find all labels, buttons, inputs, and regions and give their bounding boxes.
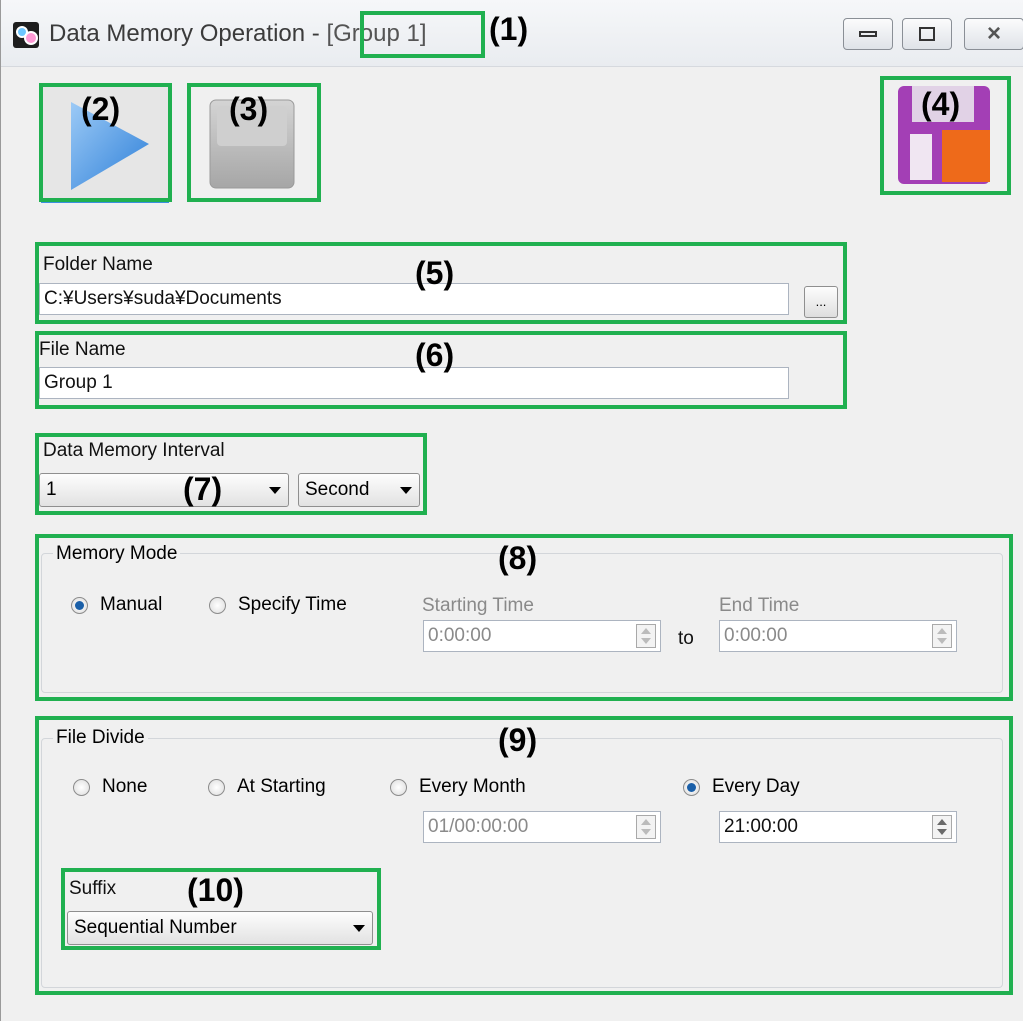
callout-box-1 bbox=[360, 11, 485, 58]
app-window: Data Memory Operation - [Group 1] × Fold… bbox=[0, 0, 1023, 1021]
callout-label-1: (1) bbox=[489, 11, 529, 47]
callout-label-8: (8) bbox=[498, 540, 538, 576]
minimize-icon bbox=[859, 31, 877, 37]
app-icon bbox=[13, 22, 39, 48]
callout-label-4: (4) bbox=[921, 86, 961, 122]
callout-label-2: (2) bbox=[81, 91, 121, 127]
maximize-button[interactable] bbox=[902, 18, 952, 50]
close-button[interactable]: × bbox=[964, 18, 1023, 50]
title-prefix: Data Memory Operation - bbox=[49, 20, 327, 47]
callout-label-10: (10) bbox=[187, 872, 244, 908]
callout-label-9: (9) bbox=[498, 722, 538, 758]
callout-label-7: (7) bbox=[183, 471, 223, 507]
callout-label-6: (6) bbox=[415, 337, 455, 373]
maximize-icon bbox=[919, 27, 935, 41]
close-icon: × bbox=[986, 20, 1001, 47]
callout-label-5: (5) bbox=[415, 255, 455, 291]
callout-box-7 bbox=[35, 433, 427, 515]
callout-label-3: (3) bbox=[229, 91, 269, 127]
minimize-button[interactable] bbox=[843, 18, 893, 50]
